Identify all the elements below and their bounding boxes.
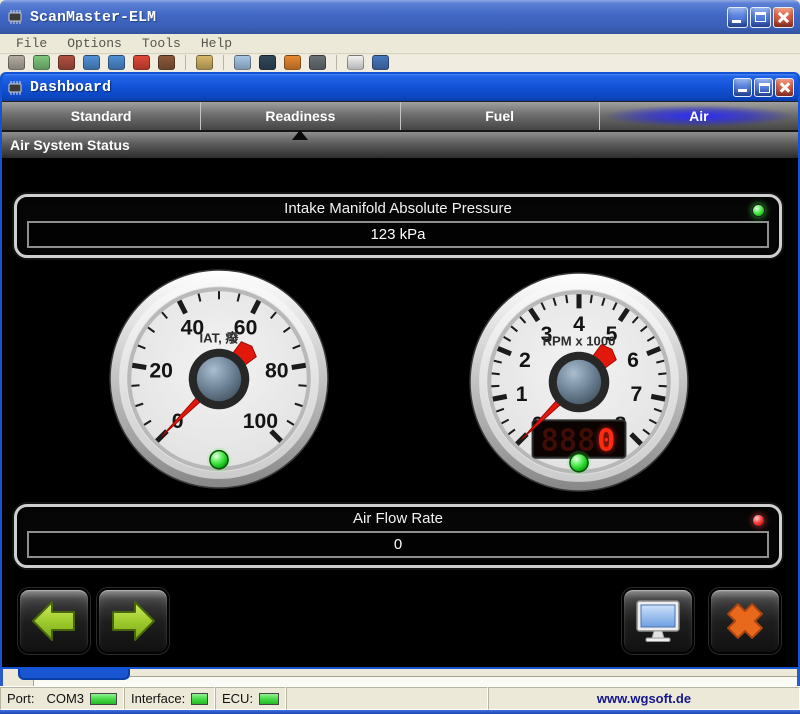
- svg-text:6: 6: [627, 349, 639, 372]
- minimize-icon: [738, 89, 747, 92]
- toolbar-icon-folder-red[interactable]: [58, 55, 75, 70]
- toolbar-icon-wheel-gray[interactable]: [309, 55, 326, 70]
- tab-bar: Standard Readiness Fuel Air: [2, 101, 798, 130]
- section-title: Air System Status: [10, 137, 130, 153]
- svg-text:80: 80: [265, 359, 289, 382]
- toolbar-icon-globe[interactable]: [33, 55, 50, 70]
- dashboard-content: Intake Manifold Absolute Pressure 123 kP…: [2, 158, 798, 667]
- toolbar-separator: [336, 55, 337, 70]
- interface-label: Interface:: [131, 691, 185, 706]
- website-link[interactable]: www.wgsoft.de: [597, 691, 691, 706]
- svg-text:20: 20: [149, 359, 173, 382]
- next-page-button[interactable]: [97, 588, 169, 654]
- svg-text:7: 7: [631, 383, 643, 406]
- dashboard-minimize-button[interactable]: [733, 78, 752, 97]
- section-header: Air System Status: [2, 130, 798, 158]
- toolbar-icon-book-blue[interactable]: [372, 55, 389, 70]
- rpm-gauge: 012345678RPM x 10008880: [468, 271, 690, 493]
- dashboard-window: Dashboard Standard Readiness Fuel Air Ai…: [0, 72, 800, 669]
- maximize-icon: [759, 83, 770, 93]
- minimize-icon: [732, 20, 741, 23]
- toolbar-icon-monitor-blue-1[interactable]: [83, 55, 100, 70]
- dashboard-close-button[interactable]: [775, 78, 794, 97]
- port-indicator: [90, 693, 117, 705]
- imap-status-led: [752, 204, 765, 217]
- toolbar-icon-clipboard[interactable]: [196, 55, 213, 70]
- svg-text:1: 1: [516, 383, 528, 406]
- prev-page-button[interactable]: [18, 588, 90, 654]
- interface-indicator: [191, 693, 208, 705]
- display-mode-button[interactable]: [622, 588, 694, 654]
- port-label: Port:: [7, 691, 34, 706]
- svg-text:0: 0: [597, 424, 615, 459]
- toolbar-icon-info[interactable]: [347, 55, 364, 70]
- readiness-pointer-icon: [292, 130, 308, 140]
- svg-text:100: 100: [243, 410, 278, 433]
- status-ecu: ECU:: [215, 687, 286, 710]
- client-panel-edge: [33, 676, 800, 686]
- main-titlebar: ScanMaster-ELM: [0, 0, 800, 34]
- main-window-client-strip: [0, 669, 800, 686]
- toolbar-separator: [223, 55, 224, 70]
- menu-help[interactable]: Help: [193, 36, 240, 51]
- dashboard-bottom-stub: [18, 669, 130, 680]
- window-frame-bottom: [0, 710, 800, 714]
- main-maximize-button[interactable]: [750, 7, 771, 28]
- status-empty: [286, 687, 488, 710]
- arrow-left-icon: [28, 598, 80, 644]
- svg-text:2: 2: [519, 349, 531, 372]
- dashboard-maximize-button[interactable]: [754, 78, 773, 97]
- ecu-indicator: [259, 693, 279, 705]
- status-port: Port: COM3: [0, 687, 124, 710]
- menu-options[interactable]: Options: [59, 36, 130, 51]
- toolbar-icon-chart-window[interactable]: [133, 55, 150, 70]
- menu-file[interactable]: File: [8, 36, 55, 51]
- maximize-icon: [755, 12, 766, 22]
- iat-gauge: 020406080100IAT, 癈: [108, 268, 330, 490]
- status-website: www.wgsoft.de: [488, 687, 800, 710]
- main-close-button[interactable]: [773, 7, 794, 28]
- airflow-status-led: [752, 514, 765, 527]
- airflow-value: 0: [27, 531, 769, 558]
- menu-tools[interactable]: Tools: [134, 36, 189, 51]
- arrow-right-icon: [107, 598, 159, 644]
- main-window-title: ScanMaster-ELM: [30, 9, 156, 26]
- status-interface: Interface:: [124, 687, 215, 710]
- toolbar-separator: [185, 55, 186, 70]
- menu-bar: File Options Tools Help: [0, 34, 800, 54]
- imap-panel: Intake Manifold Absolute Pressure 123 kP…: [14, 194, 782, 258]
- tab-fuel[interactable]: Fuel: [401, 102, 600, 130]
- imap-value: 123 kPa: [27, 221, 769, 248]
- dashboard-titlebar: Dashboard: [2, 74, 798, 101]
- tab-readiness[interactable]: Readiness: [201, 102, 400, 130]
- chip-icon: [6, 10, 24, 24]
- dashboard-window-title: Dashboard: [30, 79, 111, 96]
- orange-x-icon: [720, 597, 770, 645]
- status-bar: Port: COM3 Interface: ECU: www.wgsoft.de: [0, 686, 800, 710]
- toolbar-icon-terminal-dark[interactable]: [259, 55, 276, 70]
- chip-icon: [6, 81, 24, 95]
- ecu-label: ECU:: [222, 691, 253, 706]
- toolbar-icon-printer[interactable]: [8, 55, 25, 70]
- svg-text:4: 4: [573, 313, 585, 336]
- monitor-icon: [633, 598, 683, 644]
- toolbar-icon-monitor-blue-2[interactable]: [108, 55, 125, 70]
- toolbar-icon-document-orange[interactable]: [284, 55, 301, 70]
- tab-standard[interactable]: Standard: [2, 102, 201, 130]
- main-minimize-button[interactable]: [727, 7, 748, 28]
- toolbar-icon-user[interactable]: [158, 55, 175, 70]
- svg-text:888: 888: [541, 424, 596, 459]
- imap-title: Intake Manifold Absolute Pressure: [17, 197, 779, 221]
- airflow-title: Air Flow Rate: [17, 507, 779, 531]
- close-dashboard-button[interactable]: [709, 588, 781, 654]
- toolbar-icon-window-light[interactable]: [234, 55, 251, 70]
- tab-air[interactable]: Air: [600, 102, 798, 130]
- svg-text:IAT, 癈: IAT, 癈: [199, 330, 239, 346]
- port-value: COM3: [46, 691, 84, 706]
- toolbar: [0, 55, 800, 72]
- airflow-panel: Air Flow Rate 0: [14, 504, 782, 568]
